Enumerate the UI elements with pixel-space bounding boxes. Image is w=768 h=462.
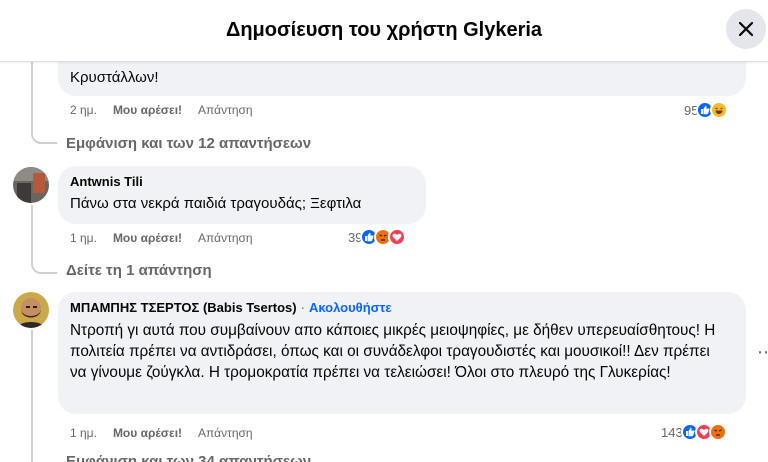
avatar[interactable] bbox=[13, 292, 49, 328]
reaction-summary[interactable]: 39 bbox=[348, 228, 407, 246]
like-button[interactable]: Μου αρέσει! bbox=[113, 231, 182, 245]
reaction-summary[interactable]: 95 bbox=[684, 101, 729, 119]
angry-icon bbox=[708, 423, 727, 441]
avatar[interactable] bbox=[13, 167, 49, 203]
comment-actions: 1 ημ. Μου αρέσει! Απάντηση bbox=[70, 426, 269, 440]
view-replies-link[interactable]: Δείτε τη 1 απάντηση bbox=[66, 262, 212, 279]
reaction-count: 143 bbox=[661, 424, 683, 440]
follow-button[interactable]: Ακολουθήστε bbox=[309, 300, 392, 316]
comment-text: Πάνω στα νεκρά παιδιά τραγουδάς; Ξεφτιλα bbox=[70, 195, 362, 212]
reply-button[interactable]: Απάντηση bbox=[198, 103, 253, 117]
thread-hook bbox=[31, 128, 57, 144]
comment-actions: 1 ημ. Μου αρέσει! Απάντηση bbox=[70, 231, 269, 245]
like-button[interactable]: Μου αρέσει! bbox=[113, 426, 182, 440]
thread-line bbox=[31, 62, 33, 130]
comment-age[interactable]: 1 ημ. bbox=[70, 231, 97, 245]
separator: · bbox=[300, 300, 305, 315]
comment-text: Κρυστάλλων! bbox=[70, 69, 159, 86]
more-options-icon[interactable]: ⋯ bbox=[757, 342, 768, 363]
comment-author[interactable]: ΜΠΑΜΠΗΣ ΤΣΕΡΤΟΣ (Babis Tsertos) · Ακολου… bbox=[70, 300, 734, 316]
comment-bubble: Antwnis Tili Πάνω στα νεκρά παιδιά τραγο… bbox=[58, 166, 426, 224]
reaction-summary[interactable]: 143 bbox=[661, 423, 727, 441]
view-replies-link[interactable]: Εμφάνιση και των 12 απαντήσεων bbox=[66, 135, 311, 152]
reply-button[interactable]: Απάντηση bbox=[198, 426, 253, 440]
thread-line bbox=[31, 330, 33, 462]
reply-button[interactable]: Απάντηση bbox=[198, 231, 253, 245]
view-replies-link[interactable]: Εμφάνιση και των 34 απαντήσεων bbox=[66, 453, 311, 462]
comment-bubble: ΜΠΑΜΠΗΣ ΤΣΕΡΤΟΣ (Babis Tsertos) · Ακολου… bbox=[58, 292, 746, 414]
comment-text: Ντροπή γι αυτά που συμβαίνουν απο κάποιε… bbox=[70, 322, 716, 381]
comment-author[interactable]: Antwnis Tili bbox=[70, 174, 414, 190]
dialog-title: Δημοσίευση του χρήστη Glykeria bbox=[225, 19, 543, 41]
close-icon bbox=[738, 21, 754, 37]
close-button[interactable] bbox=[726, 9, 766, 49]
thread-line bbox=[31, 205, 33, 262]
thread-hook bbox=[31, 260, 57, 274]
love-icon bbox=[388, 228, 407, 246]
comment-age[interactable]: 2 ημ. bbox=[70, 103, 97, 117]
comment-actions: 2 ημ. Μου αρέσει! Απάντηση bbox=[70, 103, 269, 117]
haha-icon bbox=[710, 101, 729, 119]
dialog-header: Δημοσίευση του χρήστη Glykeria bbox=[0, 0, 768, 62]
comment-age[interactable]: 1 ημ. bbox=[70, 426, 97, 440]
like-button[interactable]: Μου αρέσει! bbox=[113, 103, 182, 117]
